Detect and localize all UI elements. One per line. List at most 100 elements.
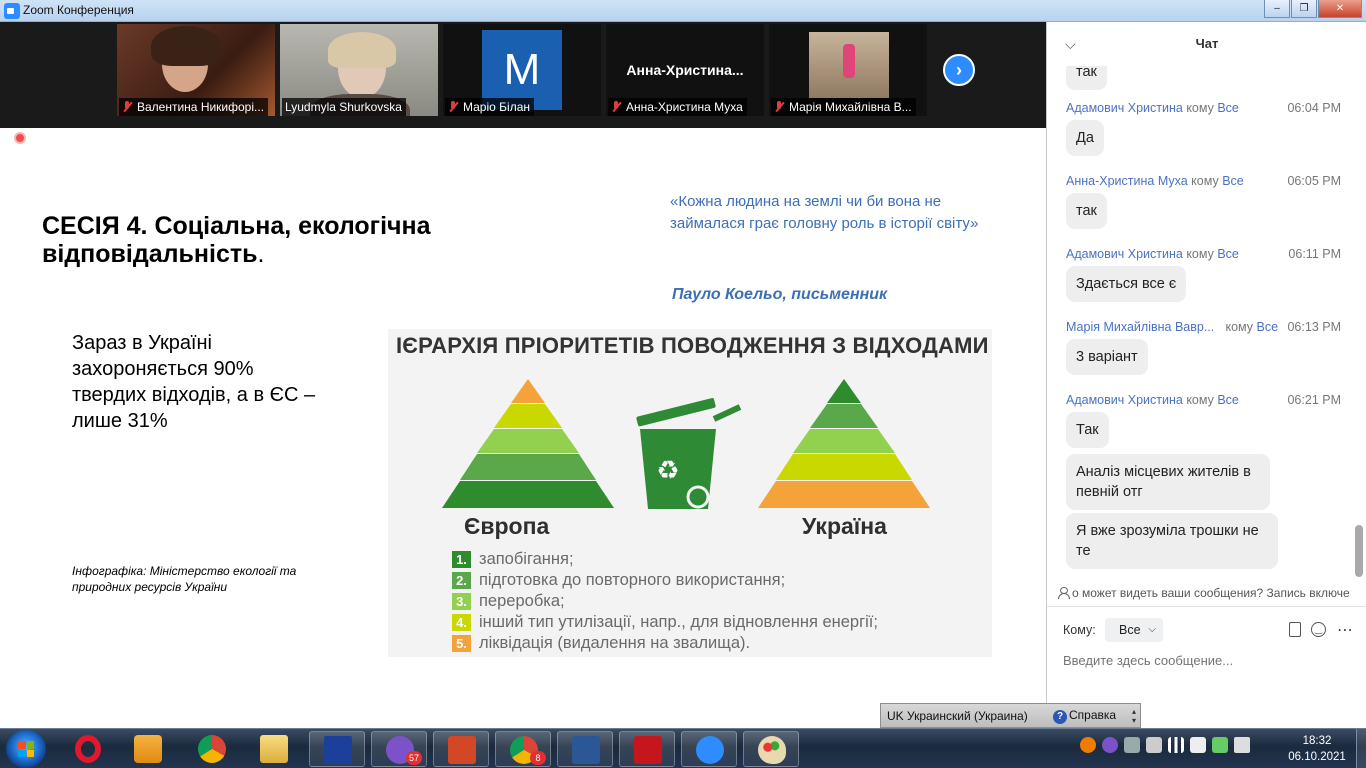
participant-tile[interactable]: Валентина Никифорі... — [117, 24, 275, 116]
system-tray — [1080, 737, 1250, 753]
mic-muted-icon — [611, 101, 621, 113]
viber-tray-icon[interactable] — [1102, 737, 1118, 753]
participant-tile[interactable]: M Маріо Білан — [443, 24, 601, 116]
recipient-select[interactable]: Все ⌵ — [1105, 618, 1163, 642]
start-button[interactable] — [6, 730, 46, 768]
chat-bubble: Здається все є — [1066, 266, 1187, 302]
clock[interactable]: 18:32 06.10.2021 — [1282, 733, 1352, 765]
mic-muted-icon — [448, 101, 458, 113]
chat-bubble: так — [1066, 66, 1107, 90]
participant-tile-active-speaker[interactable]: Lyudmyla Shurkovska — [280, 24, 438, 116]
participant-display-name: Анна-Христина... — [626, 62, 744, 78]
slide-statistic: Зараз в Україні захороняється 90% тверди… — [72, 332, 316, 432]
window-title: Zoom Конференция — [23, 3, 134, 17]
message-time: 06:13 PM — [1287, 320, 1341, 334]
slide-quote: «Кожна людина на землі чи би вона не зай… — [670, 193, 979, 232]
taskbar-chrome-2[interactable]: 8 — [495, 731, 551, 767]
taskbar-word[interactable] — [557, 731, 613, 767]
taskbar-media-player[interactable] — [120, 731, 176, 767]
message-header: Марія Михайлівна Вавр... кому Все — [1066, 320, 1279, 334]
chat-bubble: Я вже зрозуміла трошки не те — [1066, 513, 1278, 569]
next-participants-button[interactable]: › — [943, 54, 975, 86]
infographic-source: Інфографіка: Міністерство екології та пр… — [72, 564, 297, 594]
participant-name: Анна-Христина Муха — [608, 98, 747, 116]
mic-muted-icon — [122, 101, 132, 113]
windows-logo-icon — [18, 741, 34, 757]
europe-pyramid — [442, 379, 614, 508]
zoom-app-icon — [4, 3, 20, 19]
presentation-icon — [448, 736, 476, 764]
taskbar-save-app[interactable] — [309, 731, 365, 767]
media-player-icon — [134, 735, 162, 763]
volume-icon[interactable] — [1234, 737, 1250, 753]
more-options-icon[interactable]: ⋯ — [1337, 620, 1354, 640]
video-strip: Валентина Никифорі... Lyudmyla Shurkovsk… — [0, 22, 1046, 128]
chat-header: ⌵ Чат — [1047, 22, 1366, 66]
chat-title: Чат — [1195, 36, 1219, 51]
language-indicator[interactable]: UK Украинский (Украина) — [887, 709, 1028, 723]
battery-icon[interactable] — [1212, 737, 1228, 753]
ukraine-pyramid — [758, 379, 930, 508]
message-header: Адамович Христина кому Все — [1066, 247, 1239, 261]
participant-tile[interactable]: Анна-Христина... Анна-Христина Муха — [606, 24, 764, 116]
word-icon — [572, 736, 600, 764]
taskbar-explorer[interactable] — [246, 731, 302, 767]
taskbar: 57 8 18:32 06.10.2021 — [0, 728, 1366, 768]
chat-bubble: 3 варіант — [1066, 339, 1148, 375]
avast-icon[interactable] — [1080, 737, 1096, 753]
options-icon[interactable]: ▴ ▾ — [1132, 707, 1136, 725]
floppy-disk-icon — [324, 736, 352, 764]
ukraine-label: Україна — [802, 513, 887, 539]
network-icon[interactable] — [1124, 737, 1140, 753]
maximize-button[interactable]: ❐ — [1291, 0, 1317, 18]
legend-item: 1. запобігання; — [452, 549, 878, 570]
privacy-notice[interactable]: о может видеть ваши сообщения? Запись вк… — [1057, 586, 1366, 600]
flag-icon[interactable] — [1190, 737, 1206, 753]
recipient-label: Кому: — [1063, 623, 1096, 637]
close-button[interactable]: ✕ — [1318, 0, 1362, 18]
scrollbar-thumb[interactable] — [1355, 525, 1363, 577]
taskbar-paint[interactable] — [743, 731, 799, 767]
quote-author: Пауло Коельо, письменник — [672, 286, 888, 303]
chat-scrollbar[interactable] — [1355, 70, 1363, 578]
message-time: 06:21 PM — [1287, 393, 1341, 407]
minimize-button[interactable]: – — [1264, 0, 1290, 18]
taskbar-chrome[interactable] — [184, 731, 240, 767]
participant-name: Маріо Білан — [445, 98, 534, 116]
taskbar-zoom[interactable] — [681, 731, 737, 767]
help-button[interactable]: ? Справка — [1053, 708, 1116, 724]
message-time: 06:11 PM — [1288, 247, 1341, 261]
message-input[interactable] — [1063, 650, 1353, 670]
language-bar[interactable]: UK Украинский (Украина) ? Справка ▴ ▾ — [880, 703, 1141, 728]
chevron-down-icon: ⌵ — [1148, 624, 1156, 635]
taskbar-opera[interactable] — [60, 731, 116, 767]
participant-name: Марія Михайлівна В... — [771, 98, 916, 116]
svg-text:♻: ♻ — [656, 456, 679, 486]
infographic-title: ІЄРАРХІЯ ПРІОРИТЕТІВ ПОВОДЖЕННЯ З ВІДХОД… — [396, 333, 989, 358]
pdf-icon — [634, 736, 662, 764]
zoom-icon — [696, 736, 724, 764]
taskbar-viber[interactable]: 57 — [371, 731, 427, 767]
recording-indicator-icon — [14, 132, 26, 144]
chrome-icon — [198, 735, 226, 763]
message-time: 06:05 PM — [1287, 174, 1341, 188]
notification-badge: 57 — [406, 751, 422, 765]
chat-messages: так Адамович Христина кому Все 06:04 PM … — [1047, 66, 1366, 580]
show-desktop-button[interactable] — [1356, 729, 1366, 768]
divider — [1047, 606, 1366, 607]
message-header: Адамович Христина кому Все — [1066, 101, 1239, 115]
infographic: ІЄРАРХІЯ ПРІОРИТЕТІВ ПОВОДЖЕННЯ З ВІДХОД… — [388, 329, 992, 657]
recycle-bin-icon: ♻ — [636, 398, 742, 509]
chat-bubble: Так — [1066, 412, 1109, 448]
emoji-icon[interactable]: ‿ — [1311, 622, 1326, 637]
slide-title: СЕСІЯ 4. Соціальна, екологічна відповіда… — [42, 212, 431, 268]
clock-date: 06.10.2021 — [1288, 751, 1346, 763]
taskbar-presentation[interactable] — [433, 731, 489, 767]
file-icon[interactable] — [1289, 622, 1301, 637]
participant-tile[interactable]: Марія Михайлівна В... — [769, 24, 927, 116]
mic-muted-icon — [774, 101, 784, 113]
signal-icon[interactable] — [1168, 737, 1184, 753]
taskbar-acrobat[interactable] — [619, 731, 675, 767]
drive-icon[interactable] — [1146, 737, 1162, 753]
help-icon: ? — [1053, 710, 1067, 724]
